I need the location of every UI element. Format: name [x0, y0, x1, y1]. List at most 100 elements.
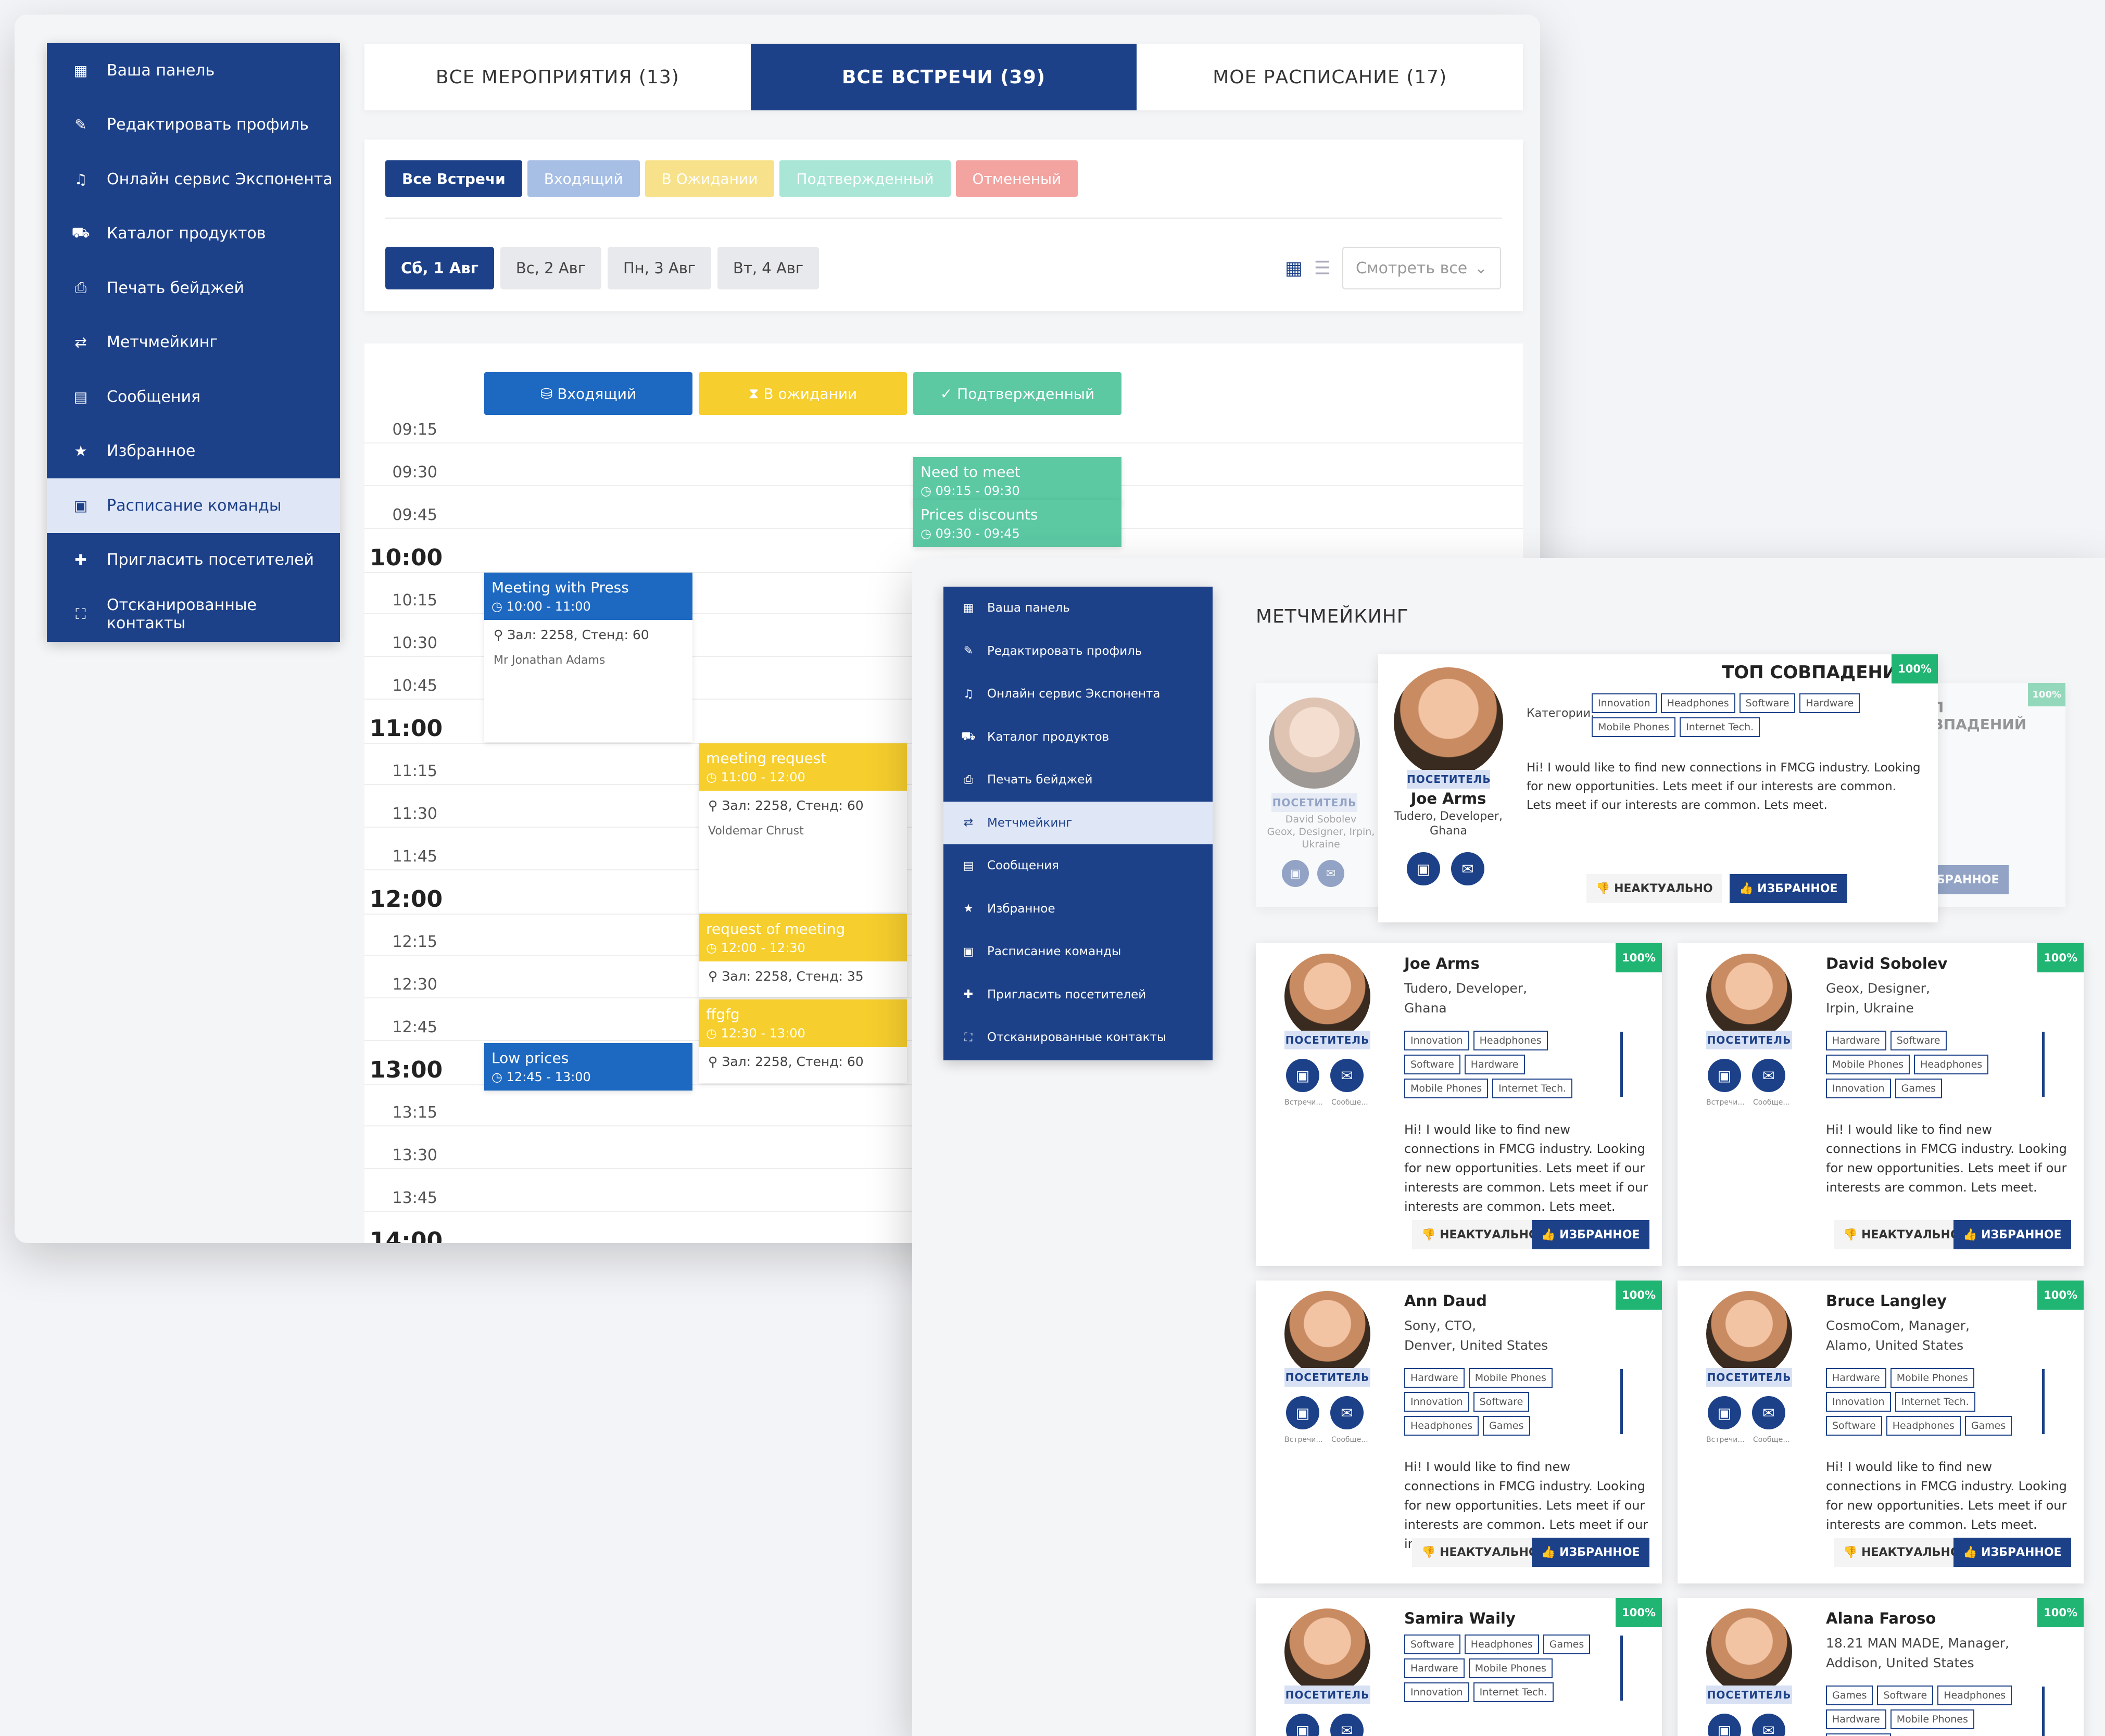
calendar-icon[interactable]: ▣	[1407, 852, 1440, 885]
category-tag: Hardware	[1464, 1055, 1525, 1074]
sidebar-item-dashboard[interactable]: ▦ Ваша панель	[47, 43, 340, 98]
mail-icon[interactable]: ✉	[1330, 1396, 1364, 1429]
filter-waiting-button[interactable]: В Ожидании	[645, 160, 775, 197]
irrelevant-button[interactable]: 👎 НЕАКТУАЛЬНО	[1834, 1220, 1970, 1249]
event-meeting-press[interactable]: Meeting with Press ◷ 10:00 - 11:00 ⚲ Зал:…	[484, 573, 692, 742]
category-tag: Mobile Phones	[1890, 1709, 1974, 1729]
meeting-tabs: ВСЕ МЕРОПРИЯТИЯ (13) ВСЕ ВСТРЕЧИ (39) МО…	[364, 44, 1523, 110]
carousel-card-left[interactable]: ПОСЕТИТЕЛЬ David Sobolev Geox, Designer, …	[1256, 683, 1391, 907]
favorite-button[interactable]: 👍 ИЗБРАННОЕ	[1953, 1220, 2071, 1249]
event-prices-discounts[interactable]: Prices discounts ◷ 09:30 - 09:45	[913, 500, 1121, 547]
irrelevant-button[interactable]: 👎 НЕАКТУАЛЬНО	[1412, 1220, 1548, 1249]
view-select[interactable]: Смотреть все ⌄	[1342, 247, 1501, 289]
date-button[interactable]: Вт, 4 Авг	[717, 247, 820, 289]
sidebar-item-favorites[interactable]: ★ Избранное	[47, 424, 340, 479]
scrollbar[interactable]	[2042, 1032, 2045, 1097]
favorite-button[interactable]: 👍 ИЗБРАННОЕ	[1532, 1220, 1649, 1249]
calendar-icon[interactable]: ▣	[1708, 1396, 1741, 1429]
time-label: 11:00	[370, 715, 443, 742]
sidebar-item-scanned[interactable]: ⛶ Отсканированные контакты	[943, 1016, 1213, 1059]
filter-confirmed-button[interactable]: Подтвержденный	[779, 160, 951, 197]
scrollbar[interactable]	[2042, 1687, 2045, 1736]
sidebar-item-matchmaking[interactable]: ⇄ Метчмейкинг	[47, 315, 340, 370]
match-card[interactable]: ПОСЕТИТЕЛЬ ▣ ✉ Встречи... Сообще... Ann …	[1256, 1281, 1662, 1583]
event-need-to-meet[interactable]: Need to meet ◷ 09:15 - 09:30	[913, 457, 1121, 504]
match-card[interactable]: ПОСЕТИТЕЛЬ ▣ ✉ Встречи... Сообще... Sami…	[1256, 1598, 1662, 1736]
inbox-icon: ⛁	[540, 385, 558, 402]
thumbs-up-icon: 👍	[1963, 1545, 1982, 1559]
visitor-badge: ПОСЕТИТЕЛЬ	[1706, 1031, 1792, 1049]
add-user-icon: ✚	[963, 988, 974, 1002]
tab-all-meetings[interactable]: ВСЕ ВСТРЕЧИ (39)	[750, 44, 1137, 110]
scrollbar[interactable]	[1620, 1636, 1623, 1701]
irrelevant-button[interactable]: 👎 НЕАКТУАЛЬНО	[1586, 874, 1722, 903]
event-request-of-meeting[interactable]: request of meeting ◷ 12:00 - 12:30 ⚲ Зал:…	[699, 914, 907, 997]
date-button[interactable]: Вс, 2 Авг	[500, 247, 601, 289]
top-match-card[interactable]: ПОСЕТИТЕЛЬ Joe Arms Tudero, Developer, G…	[1378, 654, 1938, 922]
calendar-icon[interactable]: ▣	[1286, 1714, 1319, 1736]
scrollbar[interactable]	[1620, 1369, 1623, 1434]
calendar-icon[interactable]: ▣	[1286, 1059, 1319, 1092]
filter-incoming-button[interactable]: Входящий	[527, 160, 640, 197]
calendar-view-icon[interactable]: ▦	[1285, 258, 1303, 279]
irrelevant-button[interactable]: 👎 НЕАКТУАЛЬНО	[1412, 1538, 1548, 1567]
favorite-button[interactable]: 👍 ИЗБРАННОЕ	[1730, 874, 1847, 903]
date-button[interactable]: Сб, 1 Авг	[385, 247, 494, 289]
mail-icon[interactable]: ✉	[1752, 1714, 1785, 1736]
meet-label: Встречи...	[1706, 1098, 1745, 1107]
tab-my-schedule[interactable]: МОЕ РАСПИСАНИЕ (17)	[1137, 44, 1523, 110]
match-card[interactable]: ПОСЕТИТЕЛЬ ▣ ✉ Встречи... Сообще... Bruc…	[1678, 1281, 2084, 1583]
sidebar-item-messages[interactable]: ▤ Сообщения	[943, 844, 1213, 888]
event-ffgfg[interactable]: ffgfg ◷ 12:30 - 13:00 ⚲ Зал: 2258, Стенд:…	[699, 999, 907, 1083]
sidebar-item-edit-profile[interactable]: ✎ Редактировать профиль	[47, 98, 340, 153]
sidebar-item-catalog[interactable]: ⛟ Каталог продуктов	[943, 716, 1213, 759]
calendar-icon[interactable]: ▣	[1708, 1714, 1741, 1736]
sidebar-item-team-schedule[interactable]: ▣ Расписание команды	[943, 930, 1213, 973]
sidebar-item-favorites[interactable]: ★ Избранное	[943, 888, 1213, 931]
category-tag: Games	[1964, 1416, 2012, 1436]
event-time: ◷ 09:30 - 09:45	[921, 526, 1020, 541]
sidebar-item-print-badges[interactable]: ⎙ Печать бейджей	[943, 758, 1213, 802]
sidebar-item-label: Избранное	[107, 442, 196, 461]
mail-icon[interactable]: ✉	[1752, 1059, 1785, 1092]
mail-icon[interactable]: ✉	[1752, 1396, 1785, 1429]
bell-icon: ♫	[74, 170, 87, 188]
contact-location: Alamo, United States	[1826, 1338, 1964, 1353]
mail-icon[interactable]: ✉	[1317, 860, 1344, 887]
irrelevant-button[interactable]: 👎 НЕАКТУАЛЬНО	[1834, 1538, 1970, 1567]
mail-icon[interactable]: ✉	[1330, 1059, 1364, 1092]
sidebar-item-online-service[interactable]: ♫ Онлайн сервис Экспонента	[47, 152, 340, 207]
match-card[interactable]: ПОСЕТИТЕЛЬ ▣ ✉ Встречи... Сообще... Davi…	[1678, 943, 2084, 1266]
match-card[interactable]: ПОСЕТИТЕЛЬ ▣ ✉ Встречи... Сообще... Alan…	[1678, 1598, 2084, 1736]
filter-cancelled-button[interactable]: Отмененый	[955, 160, 1078, 197]
calendar-icon[interactable]: ▣	[1286, 1396, 1319, 1429]
filter-all-button[interactable]: Все Встречи	[385, 160, 522, 197]
mail-icon[interactable]: ✉	[1451, 852, 1484, 885]
favorite-button[interactable]: 👍 ИЗБРАННОЕ	[1532, 1538, 1649, 1567]
sidebar-item-invite[interactable]: ✚ Пригласить посетителей	[943, 973, 1213, 1017]
calendar-icon[interactable]: ▣	[1282, 860, 1309, 887]
event-low-prices[interactable]: Low prices ◷ 12:45 - 13:00	[484, 1043, 692, 1091]
message-label: Сообще...	[1331, 1436, 1368, 1444]
match-card[interactable]: ПОСЕТИТЕЛЬ ▣ ✉ Встречи... Сообще... Joe …	[1256, 943, 1662, 1266]
sidebar-item-catalog[interactable]: ⛟ Каталог продуктов	[47, 207, 340, 261]
sidebar-item-print-badges[interactable]: ⎙ Печать бейджей	[47, 261, 340, 315]
favorite-button[interactable]: 👍 ИЗБРАННОЕ	[1953, 1538, 2071, 1567]
tab-all-events[interactable]: ВСЕ МЕРОПРИЯТИЯ (13)	[364, 44, 751, 110]
calendar-icon[interactable]: ▣	[1708, 1059, 1741, 1092]
scrollbar[interactable]	[2042, 1369, 2045, 1434]
sidebar-item-invite[interactable]: ✚ Пригласить посетителей	[47, 533, 340, 588]
date-button[interactable]: Пн, 3 Авг	[608, 247, 712, 289]
sidebar-item-matchmaking[interactable]: ⇄ Метчмейкинг	[943, 801, 1213, 844]
sidebar-item-online-service[interactable]: ♫ Онлайн сервис Экспонента	[943, 673, 1213, 716]
event-meeting-request[interactable]: meeting request ◷ 11:00 - 12:00 ⚲ Зал: 22…	[699, 743, 907, 913]
list-view-icon[interactable]: ☰	[1314, 258, 1331, 279]
sidebar-item-scanned[interactable]: ⛶ Отсканированные контакты	[47, 587, 340, 642]
mail-icon[interactable]: ✉	[1330, 1714, 1364, 1736]
scrollbar[interactable]	[1620, 1032, 1623, 1097]
avatar	[1706, 1291, 1792, 1377]
sidebar-item-messages[interactable]: ▤ Сообщения	[47, 370, 340, 424]
sidebar-item-edit-profile[interactable]: ✎ Редактировать профиль	[943, 630, 1213, 673]
sidebar-item-dashboard[interactable]: ▦ Ваша панель	[943, 587, 1213, 630]
sidebar-item-team-schedule[interactable]: ▣ Расписание команды	[47, 478, 340, 533]
